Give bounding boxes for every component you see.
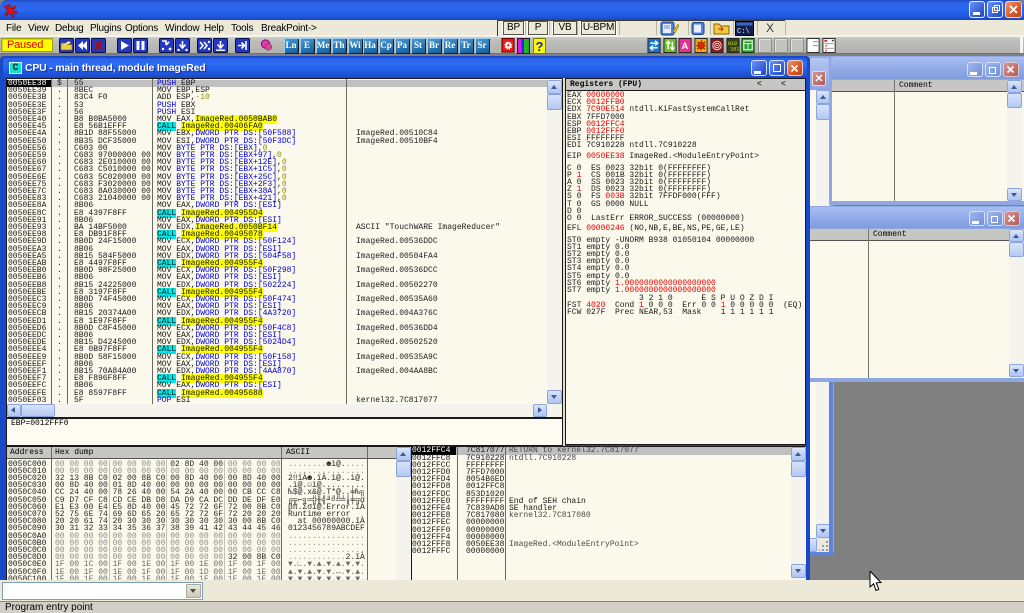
svg-text:A: A [681,41,688,51]
svg-text:C:\: C:\ [737,28,750,36]
svg-text:101: 101 [730,47,739,53]
